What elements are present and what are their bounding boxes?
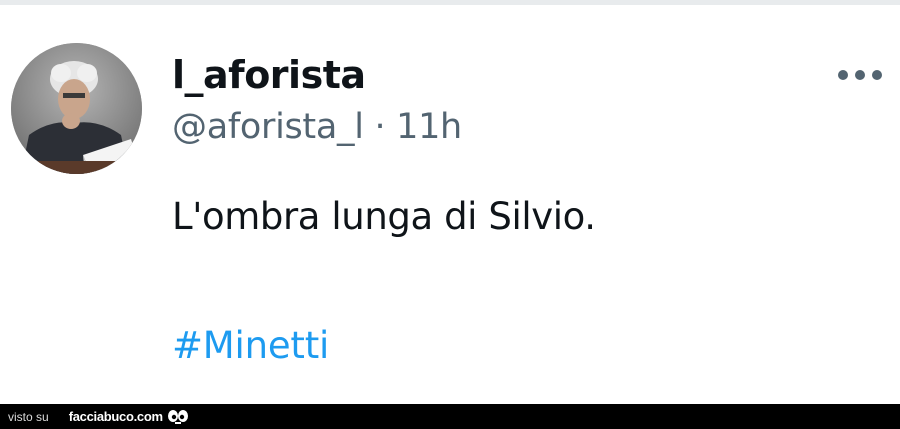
eyes-icon <box>167 409 189 425</box>
visto-label: visto su <box>8 409 49 424</box>
avatar-image <box>11 43 142 174</box>
tweet-header: l_aforista @aforista_l · 11h <box>172 52 880 148</box>
hashtag-link[interactable]: #Minetti <box>172 322 329 370</box>
top-divider <box>0 0 900 5</box>
more-horizontal-icon-dot <box>872 70 882 80</box>
avatar[interactable] <box>11 43 142 174</box>
user-handle[interactable]: @aforista_l <box>172 107 364 147</box>
brand-link[interactable]: facciabuco.com <box>69 409 163 424</box>
display-name[interactable]: l_aforista <box>172 52 880 98</box>
more-horizontal-icon-dot <box>855 70 865 80</box>
more-options-button[interactable] <box>834 62 886 88</box>
watermark-bar: visto su facciabuco.com <box>0 404 900 429</box>
meta-separator: · <box>374 107 386 147</box>
tweet-text: L'ombra lunga di Silvio. <box>172 195 596 238</box>
more-horizontal-icon <box>838 70 848 80</box>
tweet-meta: @aforista_l · 11h <box>172 106 880 148</box>
tweet-screenshot: l_aforista @aforista_l · 11h L'ombra lun… <box>0 0 900 429</box>
tweet-time[interactable]: 11h <box>396 107 462 147</box>
